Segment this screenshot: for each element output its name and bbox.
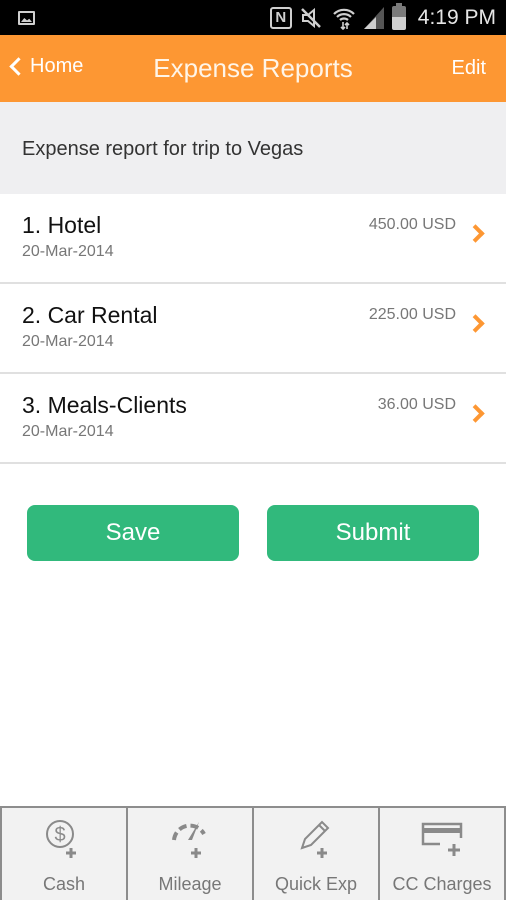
- expense-date: 20-Mar-2014: [22, 423, 114, 440]
- status-icons: N 4:19 PM: [269, 0, 496, 35]
- tab-label: CC Charges: [392, 874, 492, 894]
- image-icon: [18, 11, 35, 25]
- tab-label: Quick Exp: [274, 874, 358, 894]
- page-title: Expense Reports: [153, 53, 353, 83]
- expense-name: 1. Hotel: [22, 212, 102, 238]
- expense-name: 2. Car Rental: [22, 302, 158, 328]
- cash-add-icon: $: [46, 820, 76, 858]
- edit-button[interactable]: Edit: [452, 57, 486, 80]
- chevron-right-icon: [466, 314, 485, 333]
- expense-item[interactable]: 3. Meals-Clients 20-Mar-2014 36.00 USD: [0, 374, 506, 464]
- report-description-section: Expense report for trip to Vegas: [0, 102, 506, 194]
- chevron-right-icon: [466, 404, 485, 423]
- expense-list: 1. Hotel 20-Mar-2014 450.00 USD 2. Car R…: [0, 194, 506, 464]
- tab-label: Cash: [42, 874, 86, 894]
- svg-text:$: $: [54, 824, 65, 846]
- expense-amount: 36.00 USD: [377, 396, 456, 413]
- expense-item[interactable]: 2. Car Rental 20-Mar-2014 225.00 USD: [0, 284, 506, 374]
- expense-name: 3. Meals-Clients: [22, 392, 187, 418]
- mileage-add-icon: [172, 822, 206, 858]
- battery-icon: [391, 2, 406, 30]
- tab-quick-exp[interactable]: Quick Exp: [252, 808, 378, 900]
- app-header: Home Expense Reports Edit: [0, 35, 506, 102]
- expense-date: 20-Mar-2014: [22, 243, 114, 260]
- expense-amount: 450.00 USD: [368, 216, 456, 233]
- tab-label: Mileage: [158, 874, 222, 894]
- chevron-right-icon: [466, 224, 485, 243]
- tab-cc-charges[interactable]: CC Charges: [378, 808, 506, 900]
- report-description: Expense report for trip to Vegas: [22, 138, 304, 160]
- submit-button[interactable]: Submit: [267, 505, 479, 561]
- expense-amount: 225.00 USD: [368, 306, 456, 323]
- nfc-icon: N: [269, 6, 292, 29]
- mute-icon: [300, 7, 324, 29]
- bottom-tab-bar: $ Cash Mileage Quick Exp CC Charges: [0, 806, 506, 900]
- save-button[interactable]: Save: [27, 505, 239, 561]
- signal-icon: [363, 6, 384, 29]
- expense-date: 20-Mar-2014: [22, 333, 114, 350]
- quick-expense-add-icon: [300, 820, 330, 858]
- credit-card-add-icon: [421, 822, 463, 856]
- tab-cash[interactable]: $ Cash: [0, 808, 126, 900]
- expense-item[interactable]: 1. Hotel 20-Mar-2014 450.00 USD: [0, 194, 506, 284]
- tab-mileage[interactable]: Mileage: [126, 808, 252, 900]
- status-time: 4:19 PM: [417, 5, 496, 29]
- status-bar: N 4:19 PM: [0, 0, 506, 35]
- wifi-icon: [332, 6, 356, 30]
